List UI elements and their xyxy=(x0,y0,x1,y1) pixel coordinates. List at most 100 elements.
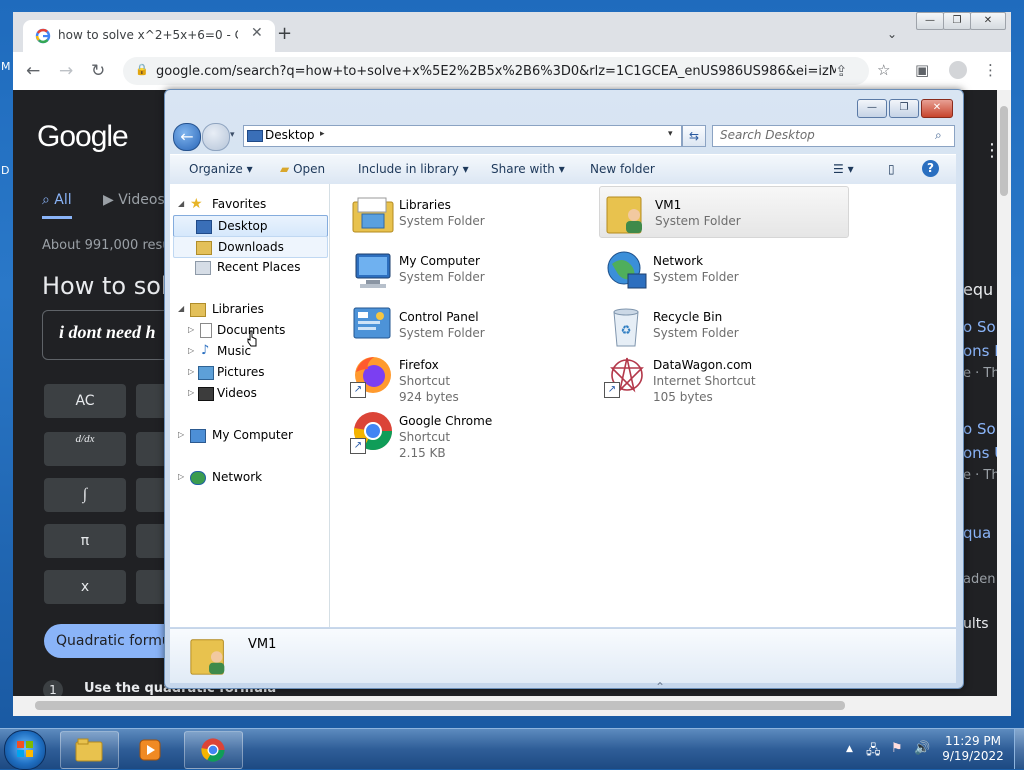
google-logo[interactable]: Google xyxy=(37,120,129,154)
result-link-fragment[interactable]: qua xyxy=(963,524,991,542)
new-tab-button[interactable]: + xyxy=(277,23,292,44)
horizontal-scrollbar-thumb[interactable] xyxy=(35,701,845,710)
calc-key-ac[interactable]: AC xyxy=(44,384,126,418)
show-hidden-icons-arrow-icon[interactable]: ▲ xyxy=(846,744,853,754)
item-control-panel[interactable]: Control Panel System Folder xyxy=(346,300,586,350)
item-size: 2.15 KB xyxy=(399,446,446,460)
result-fragment[interactable]: ults xyxy=(963,616,989,632)
speaker-icon[interactable]: 🔊 xyxy=(914,741,930,756)
calc-key-x[interactable]: x xyxy=(44,570,126,604)
item-vm1[interactable]: VM1 System Folder xyxy=(599,186,849,238)
vertical-scrollbar-thumb[interactable] xyxy=(1000,106,1008,196)
nav-label: Libraries xyxy=(212,302,264,316)
calc-key-derivative[interactable]: d/dx xyxy=(44,432,126,466)
back-arrow-icon[interactable]: ← xyxy=(26,61,40,81)
item-type: Internet Shortcut xyxy=(653,374,756,388)
breadcrumb-arrow-icon[interactable]: ▸ xyxy=(320,129,325,139)
pictures-icon xyxy=(198,366,214,380)
chrome-menu-icon[interactable]: ⋮ xyxy=(983,61,998,79)
nav-label: Network xyxy=(212,470,263,484)
share-with-button[interactable]: Share with ▾ xyxy=(491,162,565,176)
result-link-fragment[interactable]: o Sol xyxy=(963,420,1000,438)
share-icon[interactable]: ⇪ xyxy=(835,62,848,80)
details-collapse-chevron-icon[interactable]: ⌃ xyxy=(655,680,665,694)
bookmark-star-icon[interactable]: ☆ xyxy=(877,61,890,79)
calc-key-pi[interactable]: π xyxy=(44,524,126,558)
clock[interactable]: 11:29 PM 9/19/2022 xyxy=(940,734,1006,764)
item-type: Shortcut xyxy=(399,430,451,444)
item-my-computer[interactable]: My Computer System Folder xyxy=(346,244,586,294)
result-meta-fragment: e · Th xyxy=(963,468,1000,483)
taskbar-explorer-button[interactable] xyxy=(60,731,119,769)
search-tab-videos[interactable]: ▶ Videos xyxy=(103,192,165,208)
address-dropdown-icon[interactable]: ▾ xyxy=(668,129,673,139)
open-button[interactable]: ▰ Open xyxy=(280,162,325,176)
organize-button[interactable]: Organize ▾ xyxy=(189,162,253,176)
tab-close-icon[interactable]: ✕ xyxy=(251,25,263,41)
item-size: 924 bytes xyxy=(399,390,459,404)
reload-icon[interactable]: ↻ xyxy=(91,61,105,81)
search-icon[interactable]: ⌕ xyxy=(935,128,942,143)
address-bar[interactable]: 🔒 google.com/search?q=how+to+solve+x%5E2… xyxy=(123,57,869,85)
item-datawagon[interactable]: ↗ DataWagon.com Internet Shortcut 105 by… xyxy=(600,348,840,408)
forward-button[interactable] xyxy=(202,123,230,151)
collapsed-arrow-icon: ▷ xyxy=(188,346,195,355)
start-button[interactable] xyxy=(4,730,46,770)
result-meta-fragment: aden xyxy=(963,572,996,587)
side-panel-icon[interactable]: ▣ xyxy=(915,61,929,79)
search-tab-all[interactable]: ⌕ All xyxy=(42,192,72,219)
control-panel-icon xyxy=(353,307,391,339)
item-libraries[interactable]: Libraries System Folder xyxy=(346,188,586,238)
nav-downloads[interactable]: Downloads xyxy=(173,236,328,258)
history-dropdown-icon[interactable]: ▾ xyxy=(230,130,235,140)
search-placeholder: Search Desktop xyxy=(720,128,815,142)
network-tray-icon[interactable]: 🖧 xyxy=(866,741,881,763)
preview-pane-icon[interactable]: ▯ xyxy=(888,162,895,176)
chrome-minimize-button[interactable]: — xyxy=(916,12,944,30)
explorer-close-button[interactable]: ✕ xyxy=(921,99,953,118)
result-meta-fragment: e · Th xyxy=(963,366,1000,381)
item-recycle-bin[interactable]: ♻ Recycle Bin System Folder xyxy=(600,300,840,350)
nav-label: Desktop xyxy=(218,219,268,233)
view-icon: ☰ xyxy=(833,162,844,176)
nav-label: Videos xyxy=(217,386,257,400)
collapsed-arrow-icon: ▷ xyxy=(188,388,195,397)
explorer-maximize-button[interactable]: ❐ xyxy=(889,99,919,118)
result-link-fragment[interactable]: o Sol xyxy=(963,318,1000,336)
item-type: System Folder xyxy=(399,326,485,340)
nav-label: Recent Places xyxy=(217,260,301,274)
change-view-button[interactable]: ☰ ▾ xyxy=(833,162,854,176)
item-name: DataWagon.com xyxy=(653,358,753,372)
explorer-address-bar[interactable]: Desktop ▸ ▾ xyxy=(243,125,682,147)
item-google-chrome[interactable]: ↗ Google Chrome Shortcut 2.15 KB xyxy=(346,404,586,464)
address-location[interactable]: Desktop xyxy=(265,128,315,142)
taskbar-media-player-button[interactable] xyxy=(122,731,181,769)
search-tab-label: All xyxy=(54,192,72,208)
help-icon[interactable]: ? xyxy=(922,160,939,177)
action-center-icon[interactable]: ⚑ xyxy=(891,741,903,756)
taskbar-chrome-button[interactable] xyxy=(184,731,243,769)
nav-label: Favorites xyxy=(212,197,267,211)
nav-desktop[interactable]: Desktop xyxy=(173,215,328,237)
horizontal-scrollbar[interactable] xyxy=(13,696,997,716)
desktop-icon-label-fragment: M xyxy=(1,60,11,73)
show-desktop-button[interactable] xyxy=(1014,729,1024,769)
tab-search-icon[interactable]: ⌄ xyxy=(887,27,897,41)
item-network[interactable]: Network System Folder xyxy=(600,244,840,294)
profile-avatar-icon[interactable] xyxy=(949,61,967,79)
include-in-library-button[interactable]: Include in library ▾ xyxy=(358,162,469,176)
user-folder-icon xyxy=(606,196,642,234)
refresh-button[interactable]: ⇆ xyxy=(682,125,706,147)
back-button[interactable]: ← xyxy=(173,123,201,151)
new-folder-button[interactable]: New folder xyxy=(590,162,655,176)
vertical-scrollbar[interactable] xyxy=(997,90,1011,716)
forward-arrow-icon[interactable]: → xyxy=(59,61,73,81)
calc-key-integral[interactable]: ∫ xyxy=(44,478,126,512)
explorer-minimize-button[interactable]: — xyxy=(857,99,887,118)
search-desktop-input[interactable]: Search Desktop ⌕ xyxy=(712,125,955,147)
chrome-maximize-button[interactable]: ❐ xyxy=(943,12,971,30)
item-firefox[interactable]: ↗ Firefox Shortcut 924 bytes xyxy=(346,348,586,408)
chrome-close-button[interactable]: ✕ xyxy=(970,12,1006,30)
collapsed-arrow-icon: ▷ xyxy=(188,367,195,376)
chrome-tab[interactable]: how to solve x^2+5x+6=0 - Goo ✕ xyxy=(23,20,275,52)
